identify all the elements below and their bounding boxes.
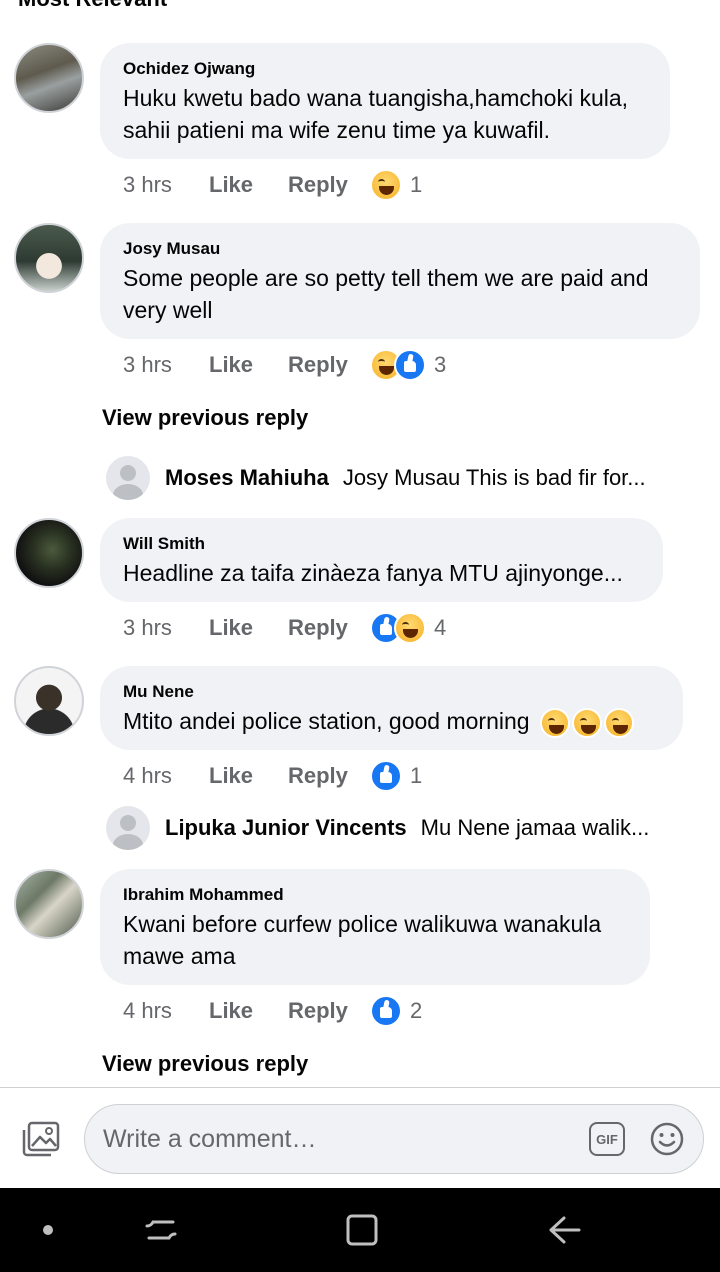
haha-icon [370, 169, 402, 201]
avatar[interactable] [14, 869, 84, 939]
comment-bubble[interactable]: Ochidez Ojwang Huku kwetu bado wana tuan… [100, 43, 670, 159]
reply-button[interactable]: Reply [288, 172, 370, 198]
comment-actions: 4 hrs Like Reply 1 [123, 756, 422, 796]
reaction-count: 3 [434, 352, 447, 377]
reply-text: Mu Nene jamaa walik... [420, 815, 650, 840]
reply-text: Josy Musau This is bad fir for... [342, 465, 646, 490]
comment-author[interactable]: Ochidez Ojwang [123, 59, 648, 79]
back-icon[interactable] [544, 1210, 584, 1250]
reaction-count: 1 [410, 172, 423, 197]
default-avatar-icon [106, 456, 150, 500]
default-avatar-icon [106, 806, 150, 850]
comment-timestamp: 3 hrs [123, 352, 172, 377]
laughing-emoji-icon [571, 707, 602, 738]
reaction-count: 2 [410, 998, 423, 1023]
reaction-count: 4 [434, 615, 447, 640]
comment-text: Mtito andei police station, good morning [123, 705, 661, 738]
gif-icon[interactable]: GIF [589, 1122, 625, 1156]
comment-timestamp: 4 hrs [123, 998, 172, 1023]
reaction-summary[interactable]: 4 [370, 612, 446, 644]
reply-button[interactable]: Reply [288, 352, 370, 378]
comment-text: Headline za taifa zinàeza fanya MTU ajin… [123, 560, 623, 586]
comment-bubble[interactable]: Josy Musau Some people are so petty tell… [100, 223, 700, 339]
comment-timestamp: 3 hrs [123, 615, 172, 640]
comments-screen: Most Relevant Ochidez Ojwang Huku kwetu … [0, 0, 720, 1272]
like-icon [394, 349, 426, 381]
like-icon [370, 995, 402, 1027]
view-previous-reply-link[interactable]: View previous reply [102, 1051, 308, 1077]
like-button[interactable]: Like [209, 615, 288, 641]
laughing-emoji-icon [603, 707, 634, 738]
comment-actions: 3 hrs Like Reply 3 [123, 345, 446, 385]
comment-timestamp: 3 hrs [123, 172, 172, 197]
reaction-summary[interactable]: 3 [370, 349, 446, 381]
comment-text-content: Mtito andei police station, good morning [123, 708, 530, 734]
reply-button[interactable]: Reply [288, 763, 370, 789]
comment-actions: 4 hrs Like Reply 2 [123, 991, 422, 1031]
like-button[interactable]: Like [209, 998, 288, 1024]
reaction-summary[interactable]: 1 [370, 760, 422, 792]
sort-selector[interactable]: Most Relevant [18, 0, 167, 12]
comment-bubble[interactable]: Mu Nene Mtito andei police station, good… [100, 666, 683, 750]
system-navigation-bar [0, 1188, 720, 1272]
like-button[interactable]: Like [209, 172, 288, 198]
home-icon[interactable] [342, 1210, 382, 1250]
comment-bubble[interactable]: Ibrahim Mohammed Kwani before curfew pol… [100, 869, 650, 985]
comment-text: Huku kwetu bado wana tuangisha,hamchoki … [123, 85, 629, 143]
comment-text: Some people are so petty tell them we ar… [123, 265, 649, 323]
emoji-icon[interactable] [649, 1121, 685, 1157]
dot-icon[interactable] [28, 1210, 68, 1250]
reply-preview[interactable]: Moses Mahiuha Josy Musau This is bad fir… [106, 456, 706, 500]
like-button[interactable]: Like [209, 763, 288, 789]
reply-button[interactable]: Reply [288, 998, 370, 1024]
avatar[interactable] [14, 223, 84, 293]
avatar[interactable] [14, 666, 84, 736]
avatar[interactable] [14, 518, 84, 588]
comment-author[interactable]: Ibrahim Mohammed [123, 885, 628, 905]
like-button[interactable]: Like [209, 352, 288, 378]
comment-author[interactable]: Will Smith [123, 534, 641, 554]
laughing-emoji-icon [539, 707, 570, 738]
recent-apps-icon[interactable] [141, 1210, 181, 1250]
reply-author[interactable]: Moses Mahiuha [165, 465, 329, 491]
comment-timestamp: 4 hrs [123, 763, 172, 788]
comment-author[interactable]: Mu Nene [123, 682, 661, 702]
reaction-count: 1 [410, 763, 423, 788]
comment-author[interactable]: Josy Musau [123, 239, 678, 259]
reaction-summary[interactable]: 2 [370, 995, 422, 1027]
like-icon [370, 760, 402, 792]
reaction-summary[interactable]: 1 [370, 169, 422, 201]
view-previous-reply-link[interactable]: View previous reply [102, 405, 308, 431]
photo-icon[interactable] [22, 1121, 60, 1157]
comment-actions: 3 hrs Like Reply 1 [123, 165, 422, 205]
comment-text: Kwani before curfew police walikuwa wana… [123, 911, 602, 969]
comment-actions: 3 hrs Like Reply 4 [123, 608, 446, 648]
comment-composer: Write a comment… GIF [0, 1087, 720, 1188]
comment-bubble[interactable]: Will Smith Headline za taifa zinàeza fan… [100, 518, 663, 602]
reply-author[interactable]: Lipuka Junior Vincents [165, 815, 407, 841]
haha-icon [394, 612, 426, 644]
comment-input[interactable]: Write a comment… GIF [84, 1104, 704, 1174]
reply-preview[interactable]: Lipuka Junior Vincents Mu Nene jamaa wal… [106, 806, 706, 850]
avatar[interactable] [14, 43, 84, 113]
reply-button[interactable]: Reply [288, 615, 370, 641]
